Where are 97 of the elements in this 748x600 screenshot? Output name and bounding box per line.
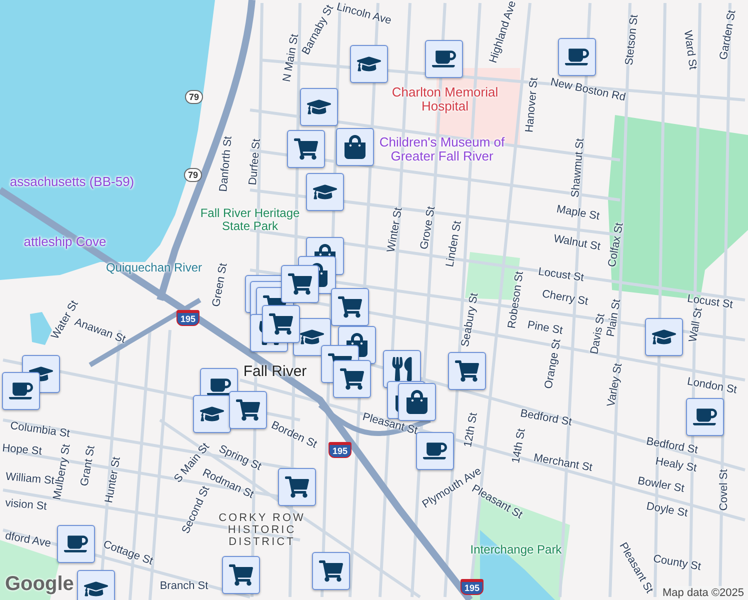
- map-marker[interactable]: [312, 552, 350, 590]
- street-label: Walnut St: [552, 232, 602, 254]
- street-label: vision St: [4, 497, 48, 513]
- street-label: Bedford St: [645, 436, 699, 456]
- map-marker[interactable]: [287, 130, 325, 168]
- place-label: Fall River: [243, 364, 307, 380]
- map-marker[interactable]: [645, 318, 683, 356]
- map-marker[interactable]: [306, 173, 344, 211]
- street-label: Lincoln Ave: [335, 0, 393, 28]
- street-label: Ward St: [681, 30, 699, 70]
- street-label: Hanover St: [524, 77, 540, 133]
- map-marker[interactable]: [57, 525, 95, 563]
- street-label: Doyle St: [645, 500, 689, 520]
- street-label: Colfax St: [606, 222, 626, 268]
- street-label: Green St: [210, 262, 230, 308]
- street-label: Davis St: [588, 312, 608, 356]
- street-label: Bedford St: [519, 408, 573, 428]
- street-label: Orange St: [542, 338, 564, 390]
- street-label: Pine St: [526, 318, 564, 338]
- street-label: Shawmut St: [569, 138, 587, 198]
- street-label: Bowler St: [636, 474, 686, 496]
- place-label: attleship Cove: [22, 234, 108, 250]
- street-label: Merchant St: [532, 452, 594, 474]
- street-label: Robeson St: [506, 270, 526, 330]
- map-marker[interactable]: [281, 265, 319, 303]
- shopping-cart-icon: [294, 137, 318, 161]
- shopping-cart-icon: [340, 367, 364, 391]
- street-label: Linden St: [444, 220, 464, 268]
- street-label: Durfee St: [246, 138, 264, 186]
- place-label: Children's Museum of Greater Fall River: [378, 136, 506, 164]
- street-label: Pleasant St: [361, 410, 419, 438]
- map-marker[interactable]: [262, 305, 300, 343]
- street-label: Danforth St: [218, 136, 234, 192]
- shopping-cart-icon: [338, 295, 362, 319]
- route-shield: 195: [176, 310, 200, 326]
- street-label: Cherry St: [541, 288, 589, 308]
- map-marker[interactable]: [686, 398, 724, 436]
- street-label: Grant St: [78, 444, 98, 488]
- map-marker[interactable]: [278, 468, 316, 506]
- street-label: 14th St: [510, 428, 528, 464]
- street-label: N Main St: [280, 33, 302, 83]
- pond-water: [30, 312, 52, 345]
- street-label: Wall St: [687, 307, 705, 343]
- shopping-bag-icon: [343, 135, 367, 159]
- map-marker[interactable]: [193, 395, 231, 433]
- place-label: assachusetts (BB-59): [8, 174, 136, 190]
- map-marker[interactable]: [333, 360, 371, 398]
- map-marker[interactable]: [425, 40, 463, 78]
- map-marker[interactable]: [300, 88, 338, 126]
- shopping-bag-icon: [405, 390, 429, 414]
- street-label: dford Ave: [4, 530, 52, 550]
- place-label: Quiquechan River: [106, 261, 202, 275]
- map-marker[interactable]: [350, 45, 388, 83]
- map-marker[interactable]: [558, 38, 596, 76]
- street-label: Varley St: [605, 362, 625, 408]
- street-label: New Boston Rd: [549, 76, 627, 104]
- street-label: Winter St: [385, 206, 405, 254]
- shopping-cart-icon: [455, 359, 479, 383]
- place-label: Charlton Memorial Hospital: [390, 86, 500, 114]
- map-marker[interactable]: [448, 352, 486, 390]
- place-label: Interchange Park: [469, 543, 563, 557]
- shopping-cart-icon: [285, 475, 309, 499]
- map-logo: Google: [5, 573, 74, 596]
- street-label: Branch St: [160, 580, 208, 592]
- street-label: Locust St: [537, 266, 585, 284]
- fork-knife-icon: [390, 357, 414, 381]
- map-marker[interactable]: [416, 432, 454, 470]
- street-label: Grove St: [418, 206, 438, 250]
- map-marker[interactable]: [331, 288, 369, 326]
- street-label: Plain St: [604, 298, 624, 338]
- map-marker[interactable]: [2, 372, 40, 410]
- street-label: Stetson St: [623, 14, 641, 66]
- street-label: Columbia St: [10, 420, 70, 440]
- shopping-cart-icon: [236, 398, 260, 422]
- map-marker[interactable]: [77, 570, 115, 600]
- street-label: County St: [652, 552, 702, 574]
- street-label: Covel St: [718, 469, 730, 511]
- street-label: Hunter St: [103, 456, 123, 504]
- shopping-cart-icon: [229, 563, 253, 587]
- place-label: CORKY ROW HISTORIC DISTRICT: [218, 512, 306, 548]
- street-label: Garden St: [718, 9, 738, 61]
- map-marker[interactable]: [336, 128, 374, 166]
- fork-knife-icon: [257, 321, 281, 345]
- place-label: Fall River Heritage State Park: [199, 206, 301, 234]
- shopping-cart-icon: [288, 272, 312, 296]
- street-label: Hope St: [2, 442, 42, 458]
- street-label: 12th St: [462, 412, 480, 448]
- shopping-cart-icon: [319, 559, 343, 583]
- route-shield: 195: [328, 442, 352, 458]
- map-marker[interactable]: [222, 556, 260, 594]
- shopping-cart-icon: [269, 312, 293, 336]
- street-label: London St: [686, 376, 738, 396]
- route-shield: 195: [460, 579, 484, 595]
- street-label: Maple St: [556, 203, 600, 223]
- map-marker[interactable]: [229, 391, 267, 429]
- street-label: Seabury St: [459, 292, 481, 348]
- street-label: Healy St: [654, 455, 698, 475]
